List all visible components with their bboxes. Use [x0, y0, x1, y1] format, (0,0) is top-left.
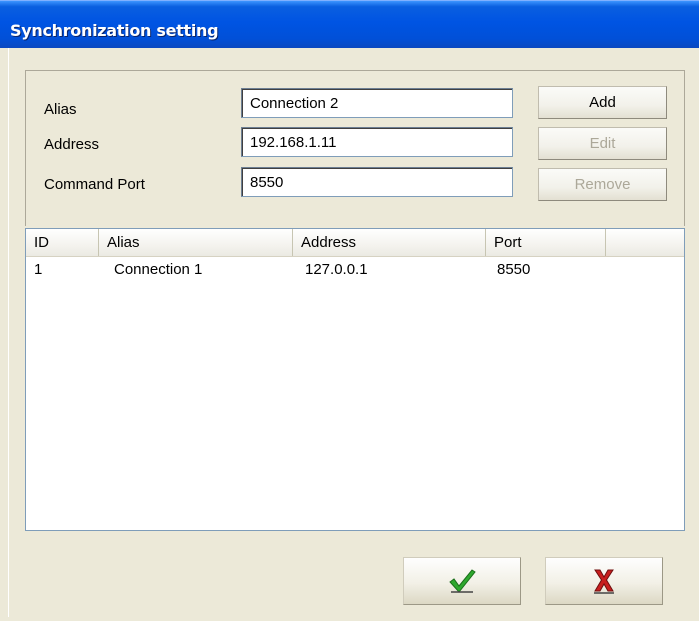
window-title: Synchronization setting [10, 21, 219, 40]
cell-alias: Connection 1 [114, 261, 203, 278]
cell-port: 8550 [497, 261, 531, 278]
window-bottom-edge [0, 617, 699, 621]
alias-input[interactable] [241, 88, 513, 118]
edit-button[interactable]: Edit [538, 127, 667, 160]
address-input[interactable] [241, 127, 513, 157]
checkmark-icon [449, 569, 476, 593]
column-header-alias[interactable]: Alias [99, 229, 293, 256]
cell-address: 127.0.0.1 [305, 261, 368, 278]
sync-settings-window: Synchronization setting Alias Address Co… [0, 0, 699, 621]
column-header-address[interactable]: Address [293, 229, 486, 256]
alias-label: Alias [44, 101, 77, 118]
connections-list[interactable]: ID Alias Address Port 1 Connection 1 127… [25, 228, 685, 531]
command-port-input[interactable] [241, 167, 513, 197]
title-bar[interactable]: Synchronization setting [0, 0, 699, 48]
list-header: ID Alias Address Port [26, 229, 684, 257]
command-port-label: Command Port [44, 176, 145, 193]
remove-button[interactable]: Remove [538, 168, 667, 201]
ok-button[interactable] [403, 557, 521, 605]
cross-icon [594, 569, 614, 594]
cancel-button[interactable] [545, 557, 663, 605]
table-row[interactable]: 1 Connection 1 127.0.0.1 8550 [26, 258, 684, 282]
address-label: Address [44, 136, 100, 153]
cell-id: 1 [34, 261, 43, 278]
add-button[interactable]: Add [538, 86, 667, 119]
column-header-id[interactable]: ID [26, 229, 99, 256]
column-header-port[interactable]: Port [486, 229, 606, 256]
